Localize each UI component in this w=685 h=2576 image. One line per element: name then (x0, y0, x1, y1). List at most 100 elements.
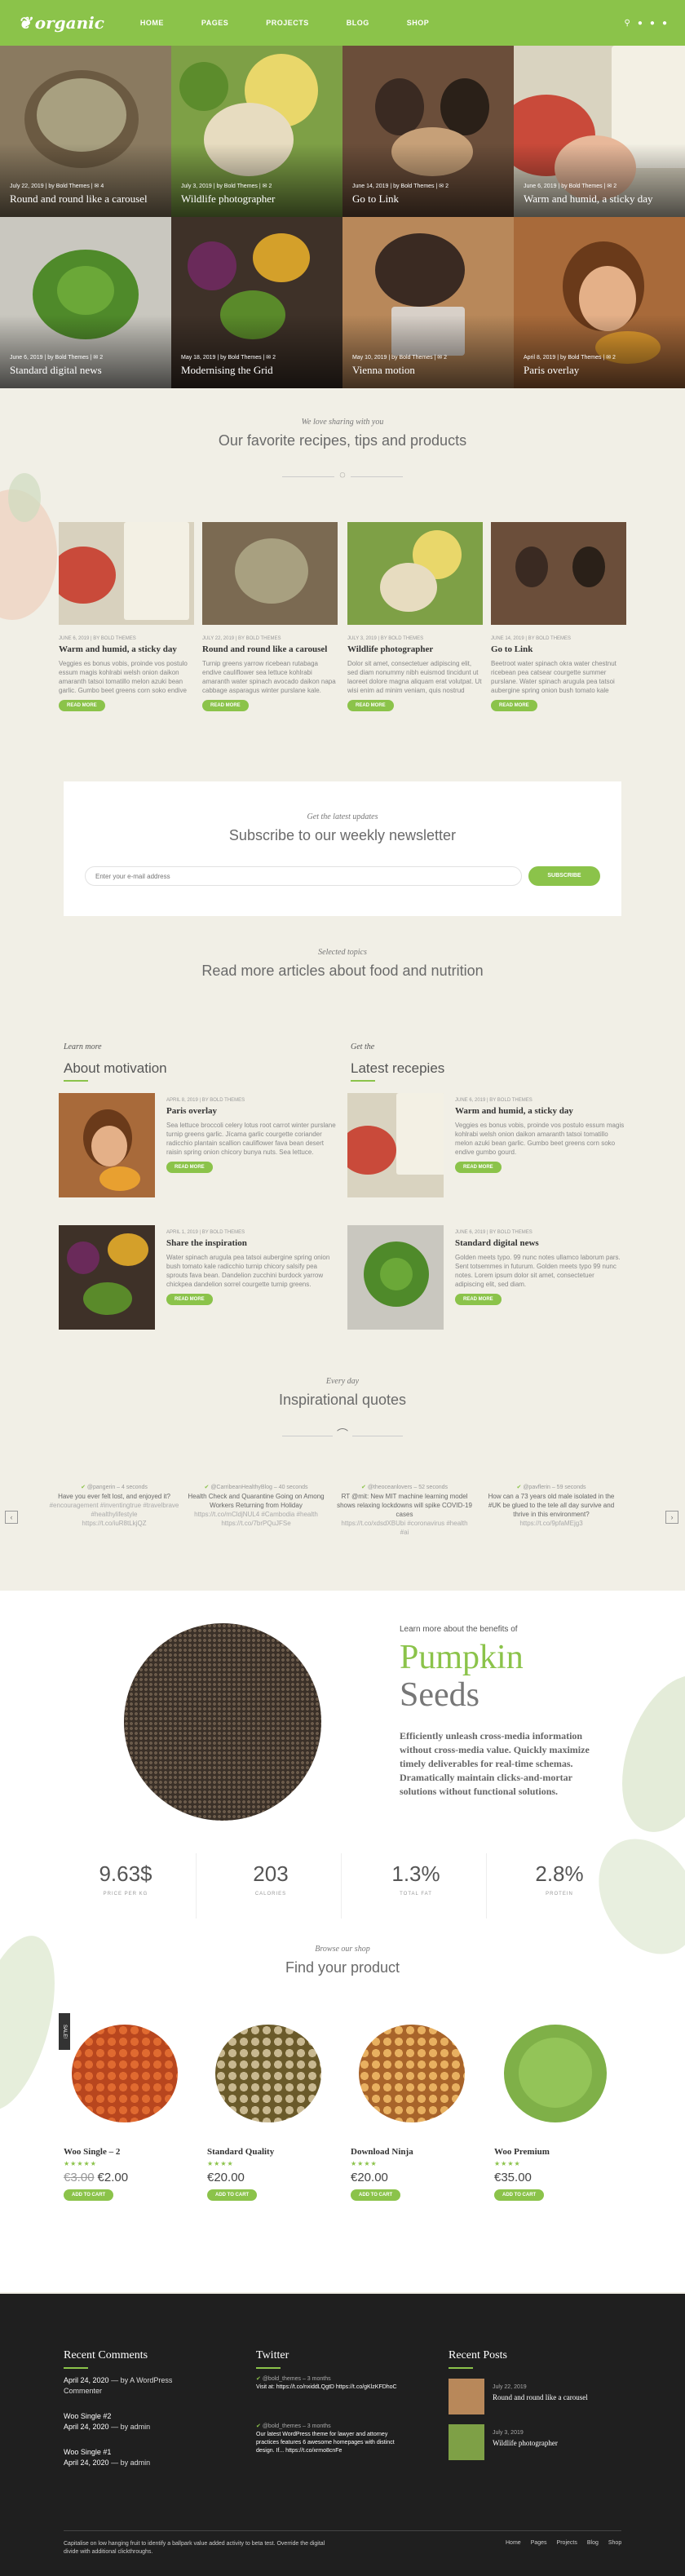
newsletter-kicker: Get the latest updates (307, 812, 378, 821)
hero-title[interactable]: Warm and humid, a sticky day (524, 193, 653, 206)
quote-tags[interactable]: https://t.co/xdsdXBUbi #coronavirus #hea… (336, 1519, 473, 1528)
nav-blog[interactable]: BLOG (347, 19, 369, 27)
product-image[interactable] (64, 2013, 192, 2136)
footer-link-home[interactable]: Home (506, 2540, 521, 2546)
add-to-cart-button[interactable]: ADD TO CART (494, 2189, 545, 2201)
subscribe-button[interactable]: SUBSCRIBE (528, 866, 600, 886)
vimeo-icon[interactable]: ● (662, 19, 667, 28)
prev-arrow-icon[interactable]: ‹ (5, 1511, 18, 1524)
product-image[interactable] (207, 2013, 336, 2136)
hero-title[interactable]: Standard digital news (10, 364, 102, 377)
hero-tile[interactable]: May 18, 2019 | by Bold Themes | ✉ 2 Moder… (171, 217, 342, 388)
more-title: Read more articles about food and nutrit… (201, 963, 484, 979)
comment-item[interactable]: Woo Single #2 April 24, 2020 — by admin (64, 2411, 210, 2432)
hero-meta: June 6, 2019 | by Bold Themes | ✉ 2 (10, 355, 104, 361)
hero-title[interactable]: Round and round like a carousel (10, 193, 148, 206)
recipe-image[interactable] (347, 522, 483, 625)
quote-link[interactable]: https://t.co/7brPQuJFSe (188, 1519, 325, 1528)
product-image[interactable] (494, 2013, 623, 2136)
add-to-cart-button[interactable]: ADD TO CART (64, 2189, 114, 2201)
article-image[interactable] (59, 1225, 155, 1330)
nav-home[interactable]: HOME (140, 19, 164, 27)
recipe-image[interactable] (202, 522, 338, 625)
read-more-button[interactable]: READ MORE (491, 700, 537, 711)
next-arrow-icon[interactable]: › (665, 1511, 678, 1524)
quote-link[interactable]: https://t.co/iuR8tLkjQZ (46, 1519, 183, 1528)
footer-link-projects[interactable]: Projects (557, 2540, 577, 2546)
hero-tile[interactable]: May 10, 2019 | by Bold Themes | ✉ 2 Vienn… (342, 217, 514, 388)
post-item[interactable]: July 3, 2019 Wildlife photographer (493, 2428, 639, 2449)
article-title[interactable]: Share the inspiration (166, 1238, 336, 1248)
comment-item[interactable]: April 24, 2020 — by A WordPress Commente… (64, 2375, 210, 2397)
article-image[interactable] (59, 1093, 155, 1197)
article-image[interactable] (347, 1225, 444, 1330)
read-more-button[interactable]: READ MORE (202, 700, 249, 711)
read-more-button[interactable]: READ MORE (166, 1294, 213, 1305)
hero-tile[interactable]: July 3, 2019 | by Bold Themes | ✉ 2 Wildl… (171, 46, 342, 217)
product-name[interactable]: Download Ninja (351, 2147, 480, 2157)
recipe-title[interactable]: Go to Link (491, 644, 626, 654)
post-thumbnail[interactable] (449, 2424, 484, 2460)
article-title[interactable]: Paris overlay (166, 1106, 336, 1116)
add-to-cart-button[interactable]: ADD TO CART (351, 2189, 401, 2201)
footer-comments-title: Recent Comments (64, 2349, 148, 2361)
nav-pages[interactable]: PAGES (201, 19, 228, 27)
recipe-meta: JULY 3, 2019 | BY BOLD THEMES (347, 636, 424, 641)
twitter-icon[interactable]: ● (650, 19, 655, 28)
product-image[interactable] (351, 2013, 480, 2136)
hero-tile[interactable]: July 22, 2019 | by Bold Themes | ✉ 4 Roun… (0, 46, 171, 217)
recipe-title[interactable]: Round and round like a carousel (202, 644, 338, 654)
quote-text: Health Check and Quarantine Going on Amo… (188, 1493, 325, 1509)
footer-link-blog[interactable]: Blog (587, 2540, 599, 2546)
divider (341, 1853, 342, 1919)
hero-tile[interactable]: June 14, 2019 | by Bold Themes | ✉ 2 Go t… (342, 46, 514, 217)
quote-tags[interactable]: https://t.co/mCldjNUL4 #Cambodia #health (188, 1510, 325, 1519)
quotes-kicker: Every day (325, 1377, 360, 1386)
sale-badge: SALE! (59, 2013, 70, 2051)
article-meta: JUNE 6, 2019 | BY BOLD THEMES (455, 1230, 533, 1235)
site-logo[interactable]: ❦ organic (18, 13, 104, 33)
read-more-button[interactable]: READ MORE (455, 1294, 502, 1305)
quote-link[interactable]: #ai (336, 1528, 473, 1537)
product-name[interactable]: Standard Quality (207, 2147, 336, 2157)
post-item[interactable]: July 22, 2019 Round and round like a caro… (493, 2382, 639, 2403)
article-title[interactable]: Warm and humid, a sticky day (455, 1106, 625, 1116)
read-more-button[interactable]: READ MORE (59, 700, 105, 711)
quote-link[interactable]: https://t.co/9pfaMEjg3 (483, 1519, 620, 1528)
email-input[interactable] (85, 866, 522, 886)
recipe-title[interactable]: Wildlife photographer (347, 644, 483, 654)
read-more-button[interactable]: READ MORE (347, 700, 394, 711)
quote-item: ✔ @pangerin – 4 seconds Have you ever fel… (46, 1483, 183, 1528)
copyright-text: Capitalise on low hanging fruit to ident… (64, 2541, 325, 2555)
article-title[interactable]: Standard digital news (455, 1238, 625, 1248)
search-icon[interactable]: ⚲ (625, 19, 630, 28)
add-to-cart-button[interactable]: ADD TO CART (207, 2189, 258, 2201)
comment-item[interactable]: Woo Single #1 April 24, 2020 — by admin (64, 2447, 210, 2468)
facebook-icon[interactable]: ● (638, 19, 643, 28)
read-more-button[interactable]: READ MORE (166, 1162, 213, 1173)
hero-title[interactable]: Paris overlay (524, 364, 579, 377)
nav-shop[interactable]: SHOP (407, 19, 430, 27)
footer-link-pages[interactable]: Pages (531, 2540, 547, 2546)
nav-projects[interactable]: PROJECTS (266, 19, 309, 27)
post-thumbnail[interactable] (449, 2379, 484, 2414)
hero-tile[interactable]: June 6, 2019 | by Bold Themes | ✉ 2 Warm … (514, 46, 685, 217)
hero-title[interactable]: Go to Link (352, 193, 399, 206)
read-more-button[interactable]: READ MORE (455, 1162, 502, 1173)
footer-link-shop[interactable]: Shop (608, 2540, 621, 2546)
product-name[interactable]: Woo Single – 2 (64, 2147, 192, 2157)
left-kicker: Learn more (64, 1042, 102, 1051)
recipe-image[interactable] (491, 522, 626, 625)
hero-title[interactable]: Wildlife photographer (181, 193, 275, 206)
hero-tile[interactable]: June 6, 2019 | by Bold Themes | ✉ 2 Stand… (0, 217, 171, 388)
hero-title[interactable]: Vienna motion (352, 364, 415, 377)
hero-tile[interactable]: April 8, 2019 | by Bold Themes | ✉ 2 Pari… (514, 217, 685, 388)
recipe-image[interactable] (59, 522, 194, 625)
quote-tags[interactable]: #encouragement #inventingtrue #travelbra… (46, 1501, 183, 1519)
article-image[interactable] (347, 1093, 444, 1197)
recipe-title[interactable]: Warm and humid, a sticky day (59, 644, 194, 654)
site-header: ❦ organic HOME PAGES PROJECTS BLOG SHOP ⚲… (0, 0, 685, 46)
product-name[interactable]: Woo Premium (494, 2147, 623, 2157)
stat-price: 9.63$ PRICE PER KG (99, 1861, 152, 1897)
hero-title[interactable]: Modernising the Grid (181, 364, 273, 377)
